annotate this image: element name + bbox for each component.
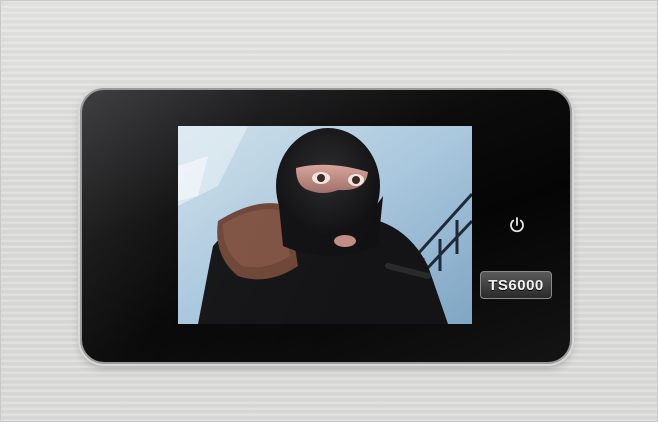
power-icon	[510, 217, 524, 233]
model-badge: TS6000	[480, 271, 552, 299]
wall-background: TS6000	[0, 0, 658, 422]
intruder-image	[178, 126, 472, 324]
power-button[interactable]	[506, 214, 528, 236]
digital-door-viewer: TS6000	[82, 90, 570, 362]
video-screen	[178, 126, 472, 324]
